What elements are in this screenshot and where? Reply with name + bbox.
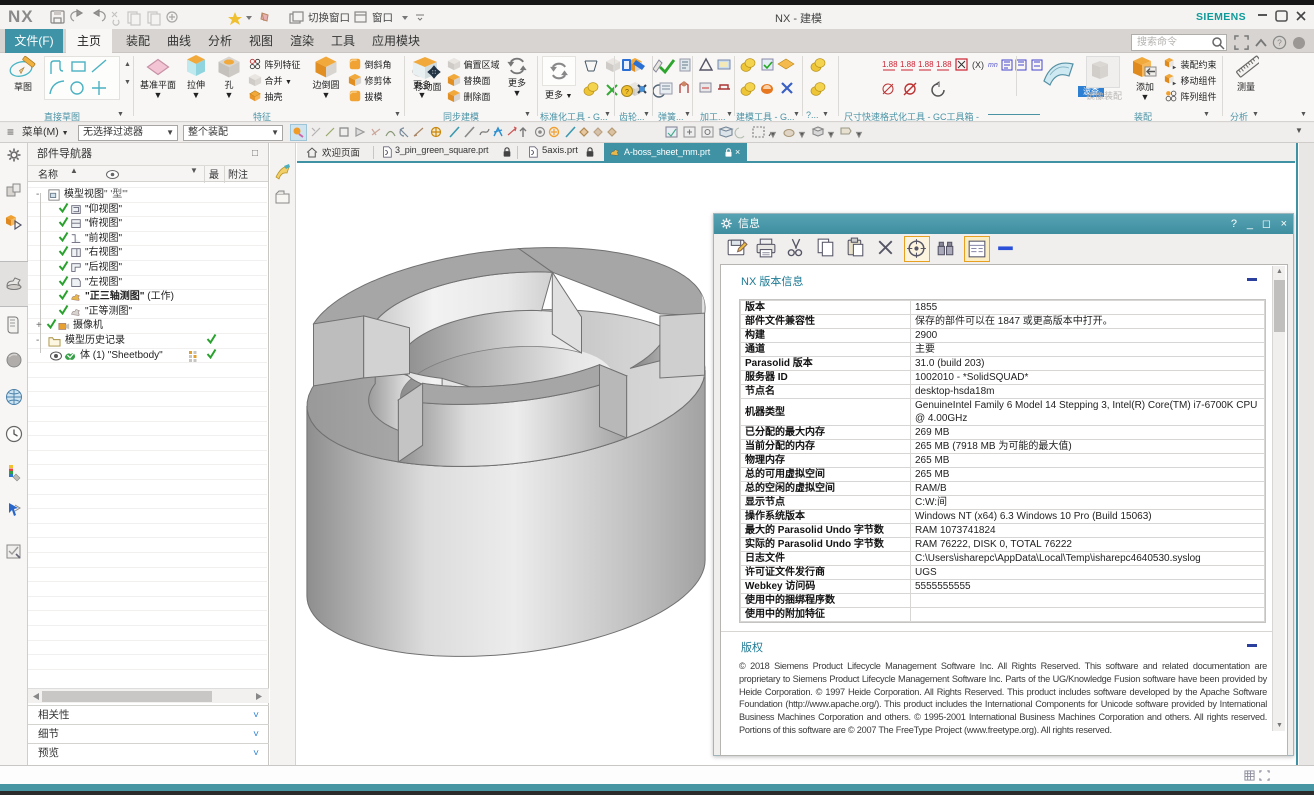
svg-text:▼: ▼: [855, 130, 863, 139]
svg-text:?: ?: [625, 89, 629, 96]
svg-text:mn: mn: [988, 62, 998, 69]
svg-text:▼: ▼: [798, 130, 806, 139]
svg-text:?: ?: [1277, 37, 1282, 47]
svg-text:▼: ▼: [769, 130, 777, 139]
svg-text:(X): (X): [972, 60, 984, 70]
svg-text:窗口: 窗口: [372, 11, 393, 24]
svg-text:1.88: 1.88: [900, 60, 916, 69]
svg-text:1.88: 1.88: [882, 60, 898, 69]
svg-text:切换窗口: 切换窗口: [308, 11, 350, 24]
svg-text:1.88: 1.88: [936, 60, 952, 69]
svg-text:▼: ▼: [827, 130, 835, 139]
svg-text:1.88: 1.88: [918, 60, 934, 69]
